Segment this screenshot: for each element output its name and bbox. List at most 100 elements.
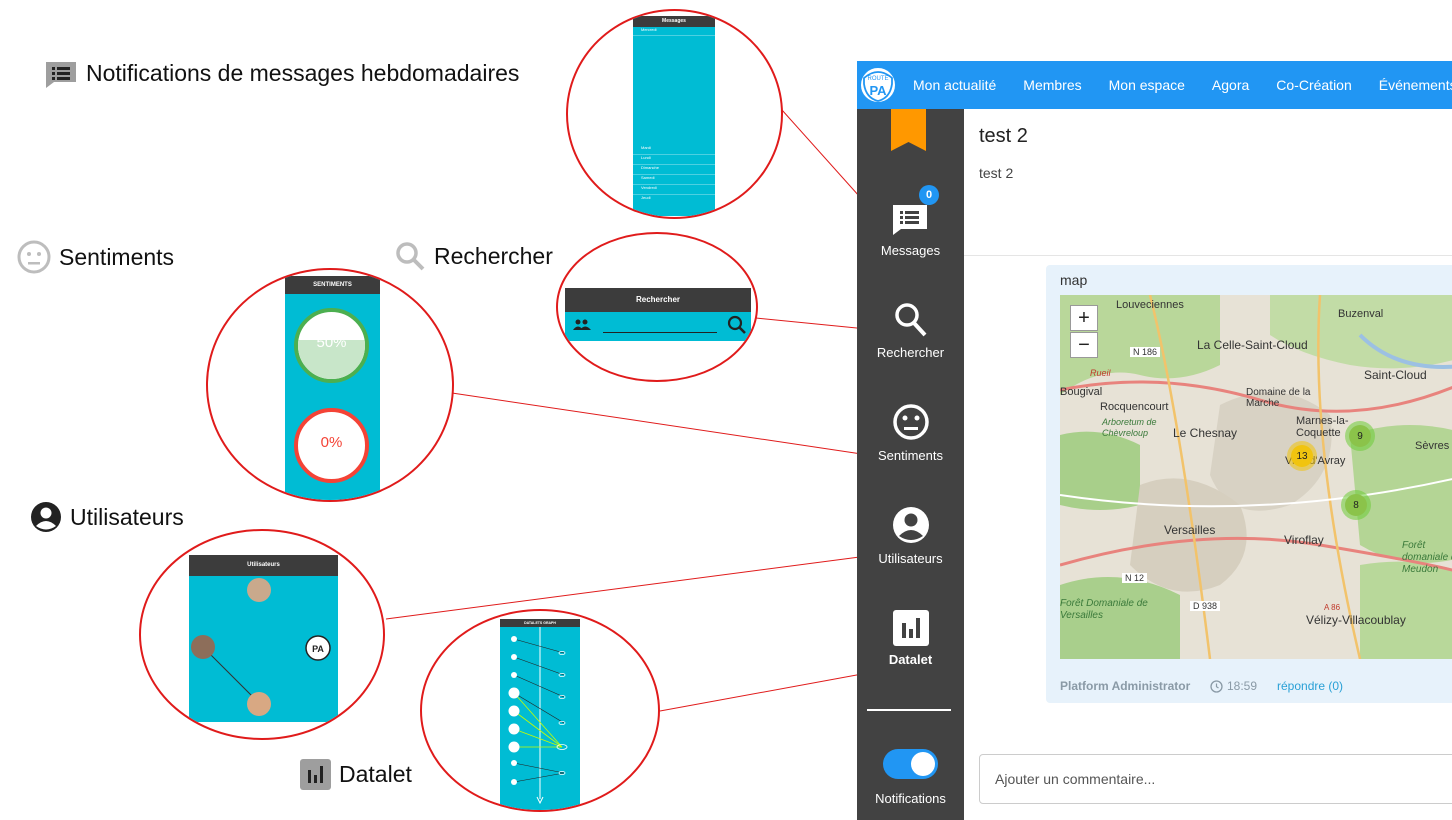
map-place-label: Domaine de la Marche bbox=[1246, 387, 1311, 409]
map-road-label: A 86 bbox=[1324, 603, 1341, 612]
sidebar-item-utilisateurs[interactable]: Utilisateurs bbox=[857, 505, 964, 566]
sidebar-item-notifications-label: Notifications bbox=[875, 791, 946, 806]
sidebar-divider bbox=[867, 709, 951, 711]
map-place-label: Sèvres bbox=[1415, 440, 1450, 452]
routepa-logo-text: PA bbox=[312, 644, 324, 654]
connector-messages bbox=[781, 109, 869, 207]
datalet-graph bbox=[508, 627, 568, 805]
mini-search-input bbox=[603, 332, 717, 333]
map-place-label: Viroflay bbox=[1284, 533, 1324, 547]
card-heading: map bbox=[1060, 272, 1088, 288]
map-place-label: Saint-Cloud bbox=[1364, 368, 1427, 382]
sidebar-item-datalet[interactable]: Datalet bbox=[857, 610, 964, 667]
people-icon bbox=[573, 319, 591, 330]
notifications-toggle[interactable] bbox=[883, 749, 938, 779]
connector-datalet bbox=[659, 669, 874, 712]
sidebar-item-messages[interactable]: Messages 0 bbox=[857, 185, 964, 258]
nav-evenements[interactable]: Événements bbox=[1379, 77, 1452, 93]
bar-chart-icon bbox=[300, 759, 331, 790]
map-place-label: Arboretum de Chèvreloup bbox=[1102, 417, 1157, 438]
comment-card: map + − Louveciennes Bougival La Celle-S… bbox=[1046, 265, 1452, 703]
neutral-face-icon bbox=[892, 404, 929, 440]
map-place-label: Forêt domaniale de Meudon bbox=[1402, 540, 1452, 575]
search-icon bbox=[396, 242, 425, 271]
zoom-rechercher: Rechercher bbox=[556, 232, 758, 382]
neutral-face-icon bbox=[17, 240, 51, 274]
label-sentiments-text: Sentiments bbox=[59, 243, 175, 270]
comment-input[interactable]: Ajouter un commentaire... bbox=[979, 754, 1452, 804]
mini-messages-list: Mardi Lundi Dimanche Samedi Vendredi Jeu… bbox=[633, 145, 715, 205]
label-sentiments: Sentiments bbox=[17, 240, 174, 274]
sidebar-item-rechercher-label: Rechercher bbox=[876, 345, 945, 360]
map-place-label: Forêt Domaniale de Versailles bbox=[1060, 598, 1148, 621]
map-zoom-in-button[interactable]: + bbox=[1070, 305, 1098, 331]
mini-messages-row: Mercredi bbox=[633, 27, 715, 36]
label-utilisateurs-text: Utilisateurs bbox=[70, 503, 184, 530]
cluster-count: 9 bbox=[1349, 425, 1371, 447]
search-icon bbox=[894, 303, 926, 337]
mini-messages-row: Vendredi bbox=[633, 185, 715, 195]
routepa-logo-icon: ROUTE PA bbox=[863, 71, 893, 102]
connector-sentiments bbox=[451, 392, 876, 459]
map-datalet[interactable]: + − Louveciennes Bougival La Celle-Saint… bbox=[1060, 295, 1452, 659]
sentiment-positive-gauge: 50% bbox=[294, 308, 369, 383]
label-utilisateurs: Utilisateurs bbox=[30, 501, 184, 533]
sidebar-item-messages-label: Messages bbox=[880, 243, 941, 258]
label-messages: Notifications de messages hebdomadaires bbox=[44, 56, 519, 90]
users-graph: PA bbox=[191, 578, 331, 716]
nav-agora[interactable]: Agora bbox=[1212, 77, 1249, 93]
cluster-count: 13 bbox=[1291, 445, 1313, 467]
logo-top-text: ROUTE bbox=[868, 76, 889, 82]
map-place-label: La Celle-Saint-Cloud bbox=[1197, 338, 1308, 352]
connector-users bbox=[385, 551, 876, 620]
post-title: test 2 bbox=[979, 125, 1028, 147]
map-place-label: Rueil bbox=[1090, 368, 1111, 378]
zoom-utilisateurs: Utilisateurs PA bbox=[139, 529, 385, 740]
sentiment-negative-value: 0% bbox=[320, 434, 343, 451]
nav-co-creation[interactable]: Co-Création bbox=[1276, 77, 1351, 93]
mini-messages-row: Dimanche bbox=[633, 165, 715, 175]
sidebar: Messages 0 Rechercher Sentiments Utilisa… bbox=[857, 109, 964, 820]
search-icon bbox=[727, 315, 746, 334]
mini-sentiments-header: SENTIMENTS bbox=[285, 276, 380, 294]
sidebar-item-rechercher[interactable]: Rechercher bbox=[857, 301, 964, 360]
sidebar-item-utilisateurs-label: Utilisateurs bbox=[878, 551, 943, 566]
nav-mon-actualite[interactable]: Mon actualité bbox=[913, 77, 996, 93]
nav-mon-espace[interactable]: Mon espace bbox=[1109, 77, 1185, 93]
mini-messages-row: Samedi bbox=[633, 175, 715, 185]
mini-users-header: Utilisateurs bbox=[189, 555, 338, 576]
zoom-messages: Messages Mercredi Mardi Lundi Dimanche S… bbox=[566, 9, 783, 219]
label-rechercher-text: Rechercher bbox=[434, 242, 553, 269]
routepa-logo[interactable]: ROUTE PA bbox=[859, 66, 897, 104]
zoom-sentiments: SENTIMENTS 50% 0% bbox=[206, 268, 454, 502]
bookmark-icon bbox=[891, 109, 926, 151]
map-cluster-marker[interactable]: 13 bbox=[1287, 441, 1317, 471]
map-place-label: Vélizy-Villacoublay bbox=[1306, 613, 1406, 627]
reply-link[interactable]: répondre (0) bbox=[1277, 679, 1343, 693]
label-rechercher: Rechercher bbox=[394, 240, 553, 272]
map-cluster-marker[interactable]: 9 bbox=[1345, 421, 1375, 451]
card-time: 18:59 bbox=[1227, 679, 1258, 693]
map-place-label: Louveciennes bbox=[1116, 299, 1184, 311]
content-divider bbox=[964, 255, 1452, 256]
map-place-label: Versailles bbox=[1164, 523, 1216, 537]
logo-main-text: PA bbox=[869, 83, 887, 98]
user-avatar-node bbox=[247, 578, 271, 602]
account-circle-icon bbox=[892, 507, 929, 543]
top-navigation: ROUTE PA Mon actualité Membres Mon espac… bbox=[857, 61, 1452, 109]
map-cluster-marker[interactable]: 8 bbox=[1341, 490, 1371, 520]
sidebar-item-sentiments-label: Sentiments bbox=[877, 448, 944, 463]
map-place-label: Buzenval bbox=[1338, 308, 1384, 320]
message-list-icon bbox=[46, 62, 76, 88]
map-zoom-out-button[interactable]: − bbox=[1070, 332, 1098, 358]
mini-messages-row: Lundi bbox=[633, 155, 715, 165]
map-place-label: Bougival bbox=[1060, 386, 1103, 398]
mini-messages-row: Mardi bbox=[633, 145, 715, 155]
nav-membres[interactable]: Membres bbox=[1023, 77, 1081, 93]
user-avatar-node bbox=[191, 635, 215, 659]
bar-chart-icon bbox=[892, 610, 929, 646]
sentiment-negative-gauge: 0% bbox=[294, 408, 369, 483]
card-author[interactable]: Platform Administrator bbox=[1060, 679, 1190, 693]
sidebar-item-sentiments[interactable]: Sentiments bbox=[857, 402, 964, 463]
sidebar-item-notifications[interactable]: Notifications bbox=[857, 749, 964, 806]
